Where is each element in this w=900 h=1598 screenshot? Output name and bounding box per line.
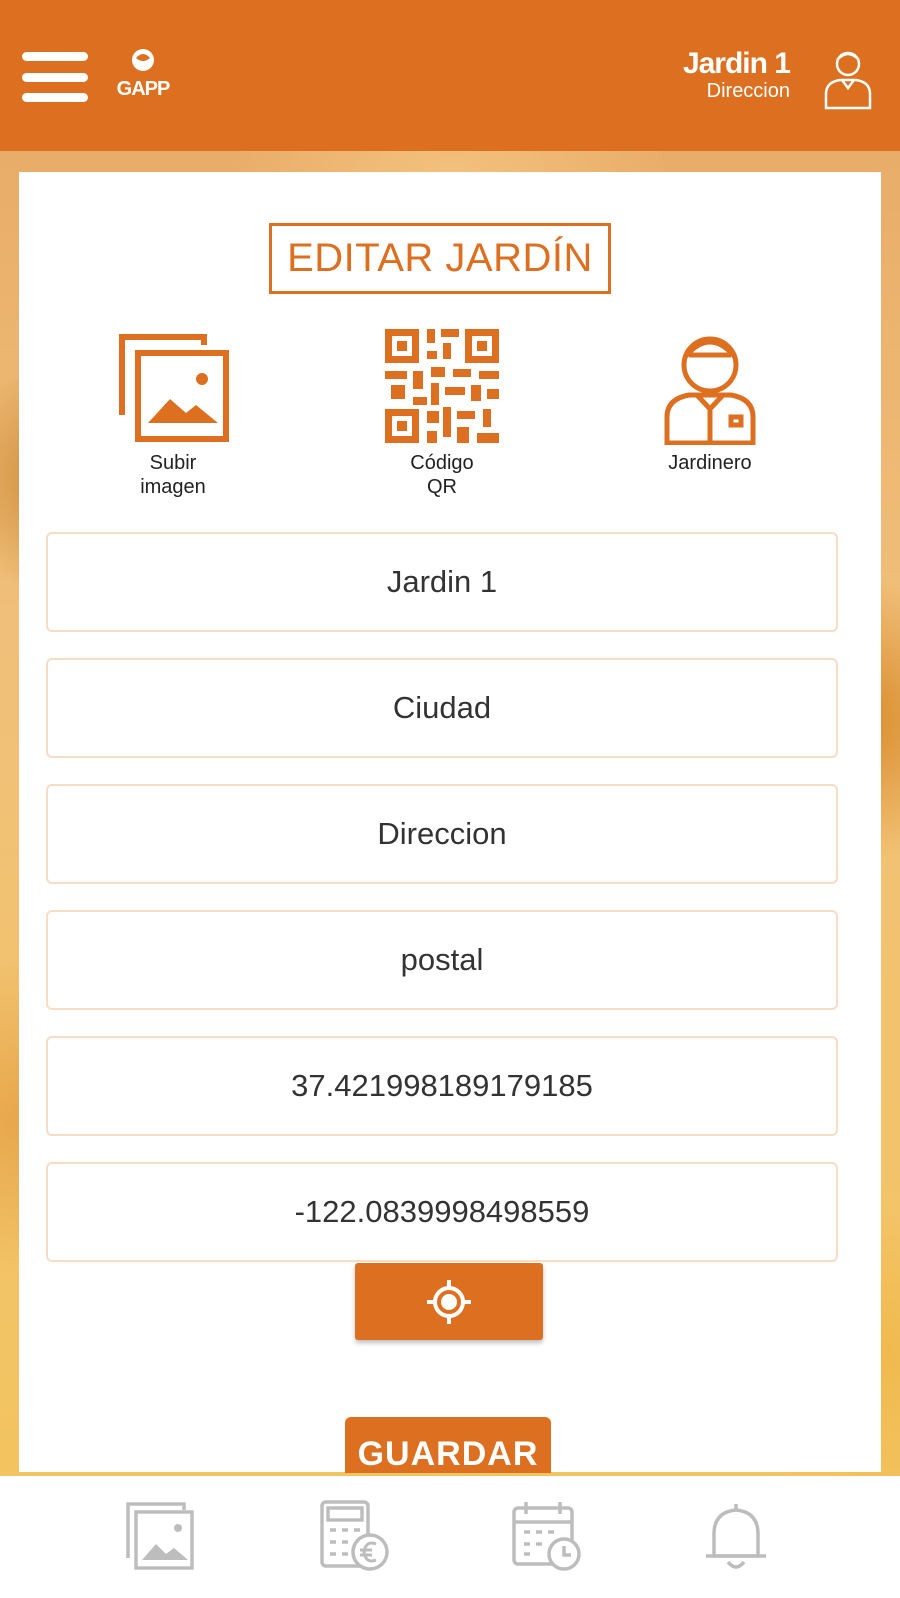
gardener-icon xyxy=(664,336,756,445)
garden-name-input[interactable]: Jardin 1 xyxy=(46,532,838,632)
qr-code-label: Código QR xyxy=(410,452,474,498)
user-info: Jardin 1 Direccion xyxy=(682,47,791,103)
user-name: Jardin 1 xyxy=(682,47,791,80)
menu-icon[interactable] xyxy=(22,52,88,102)
qr-code-icon xyxy=(385,329,499,443)
edit-garden-card: EDITAR JARDÍN Subir imagen Código QR Jar… xyxy=(19,172,881,1473)
city-input[interactable]: Ciudad xyxy=(46,658,838,758)
calendar-clock-icon[interactable] xyxy=(510,1500,582,1572)
locate-button[interactable] xyxy=(355,1263,543,1340)
user-subtitle: Direccion xyxy=(706,80,790,102)
gardener-label: Jardinero xyxy=(668,452,752,474)
upload-image-button[interactable]: Subir imagen xyxy=(93,327,253,499)
image-upload-icon xyxy=(119,334,229,442)
address-input[interactable]: Direccion xyxy=(46,784,838,884)
logo-text: GAPP xyxy=(116,78,171,100)
bottom-nav xyxy=(0,1476,900,1598)
save-button[interactable]: GUARDAR xyxy=(345,1417,551,1473)
app-header: GAPP Jardin 1 Direccion xyxy=(0,0,900,151)
crosshair-icon xyxy=(427,1279,471,1324)
upload-image-label: Subir imagen xyxy=(140,452,206,498)
latitude-input[interactable]: 37.421998189179185 xyxy=(46,1036,838,1136)
gallery-icon[interactable] xyxy=(124,1500,196,1572)
page-title: EDITAR JARDÍN xyxy=(269,223,611,294)
user-avatar-icon[interactable] xyxy=(822,46,874,110)
calculator-euro-icon[interactable] xyxy=(318,1500,390,1572)
gardener-button[interactable]: Jardinero xyxy=(630,327,790,475)
qr-code-button[interactable]: Código QR xyxy=(362,327,522,499)
bell-icon[interactable] xyxy=(700,1500,772,1572)
postal-code-input[interactable]: postal xyxy=(46,910,838,1010)
longitude-input[interactable]: -122.0839998498559 xyxy=(46,1162,838,1262)
